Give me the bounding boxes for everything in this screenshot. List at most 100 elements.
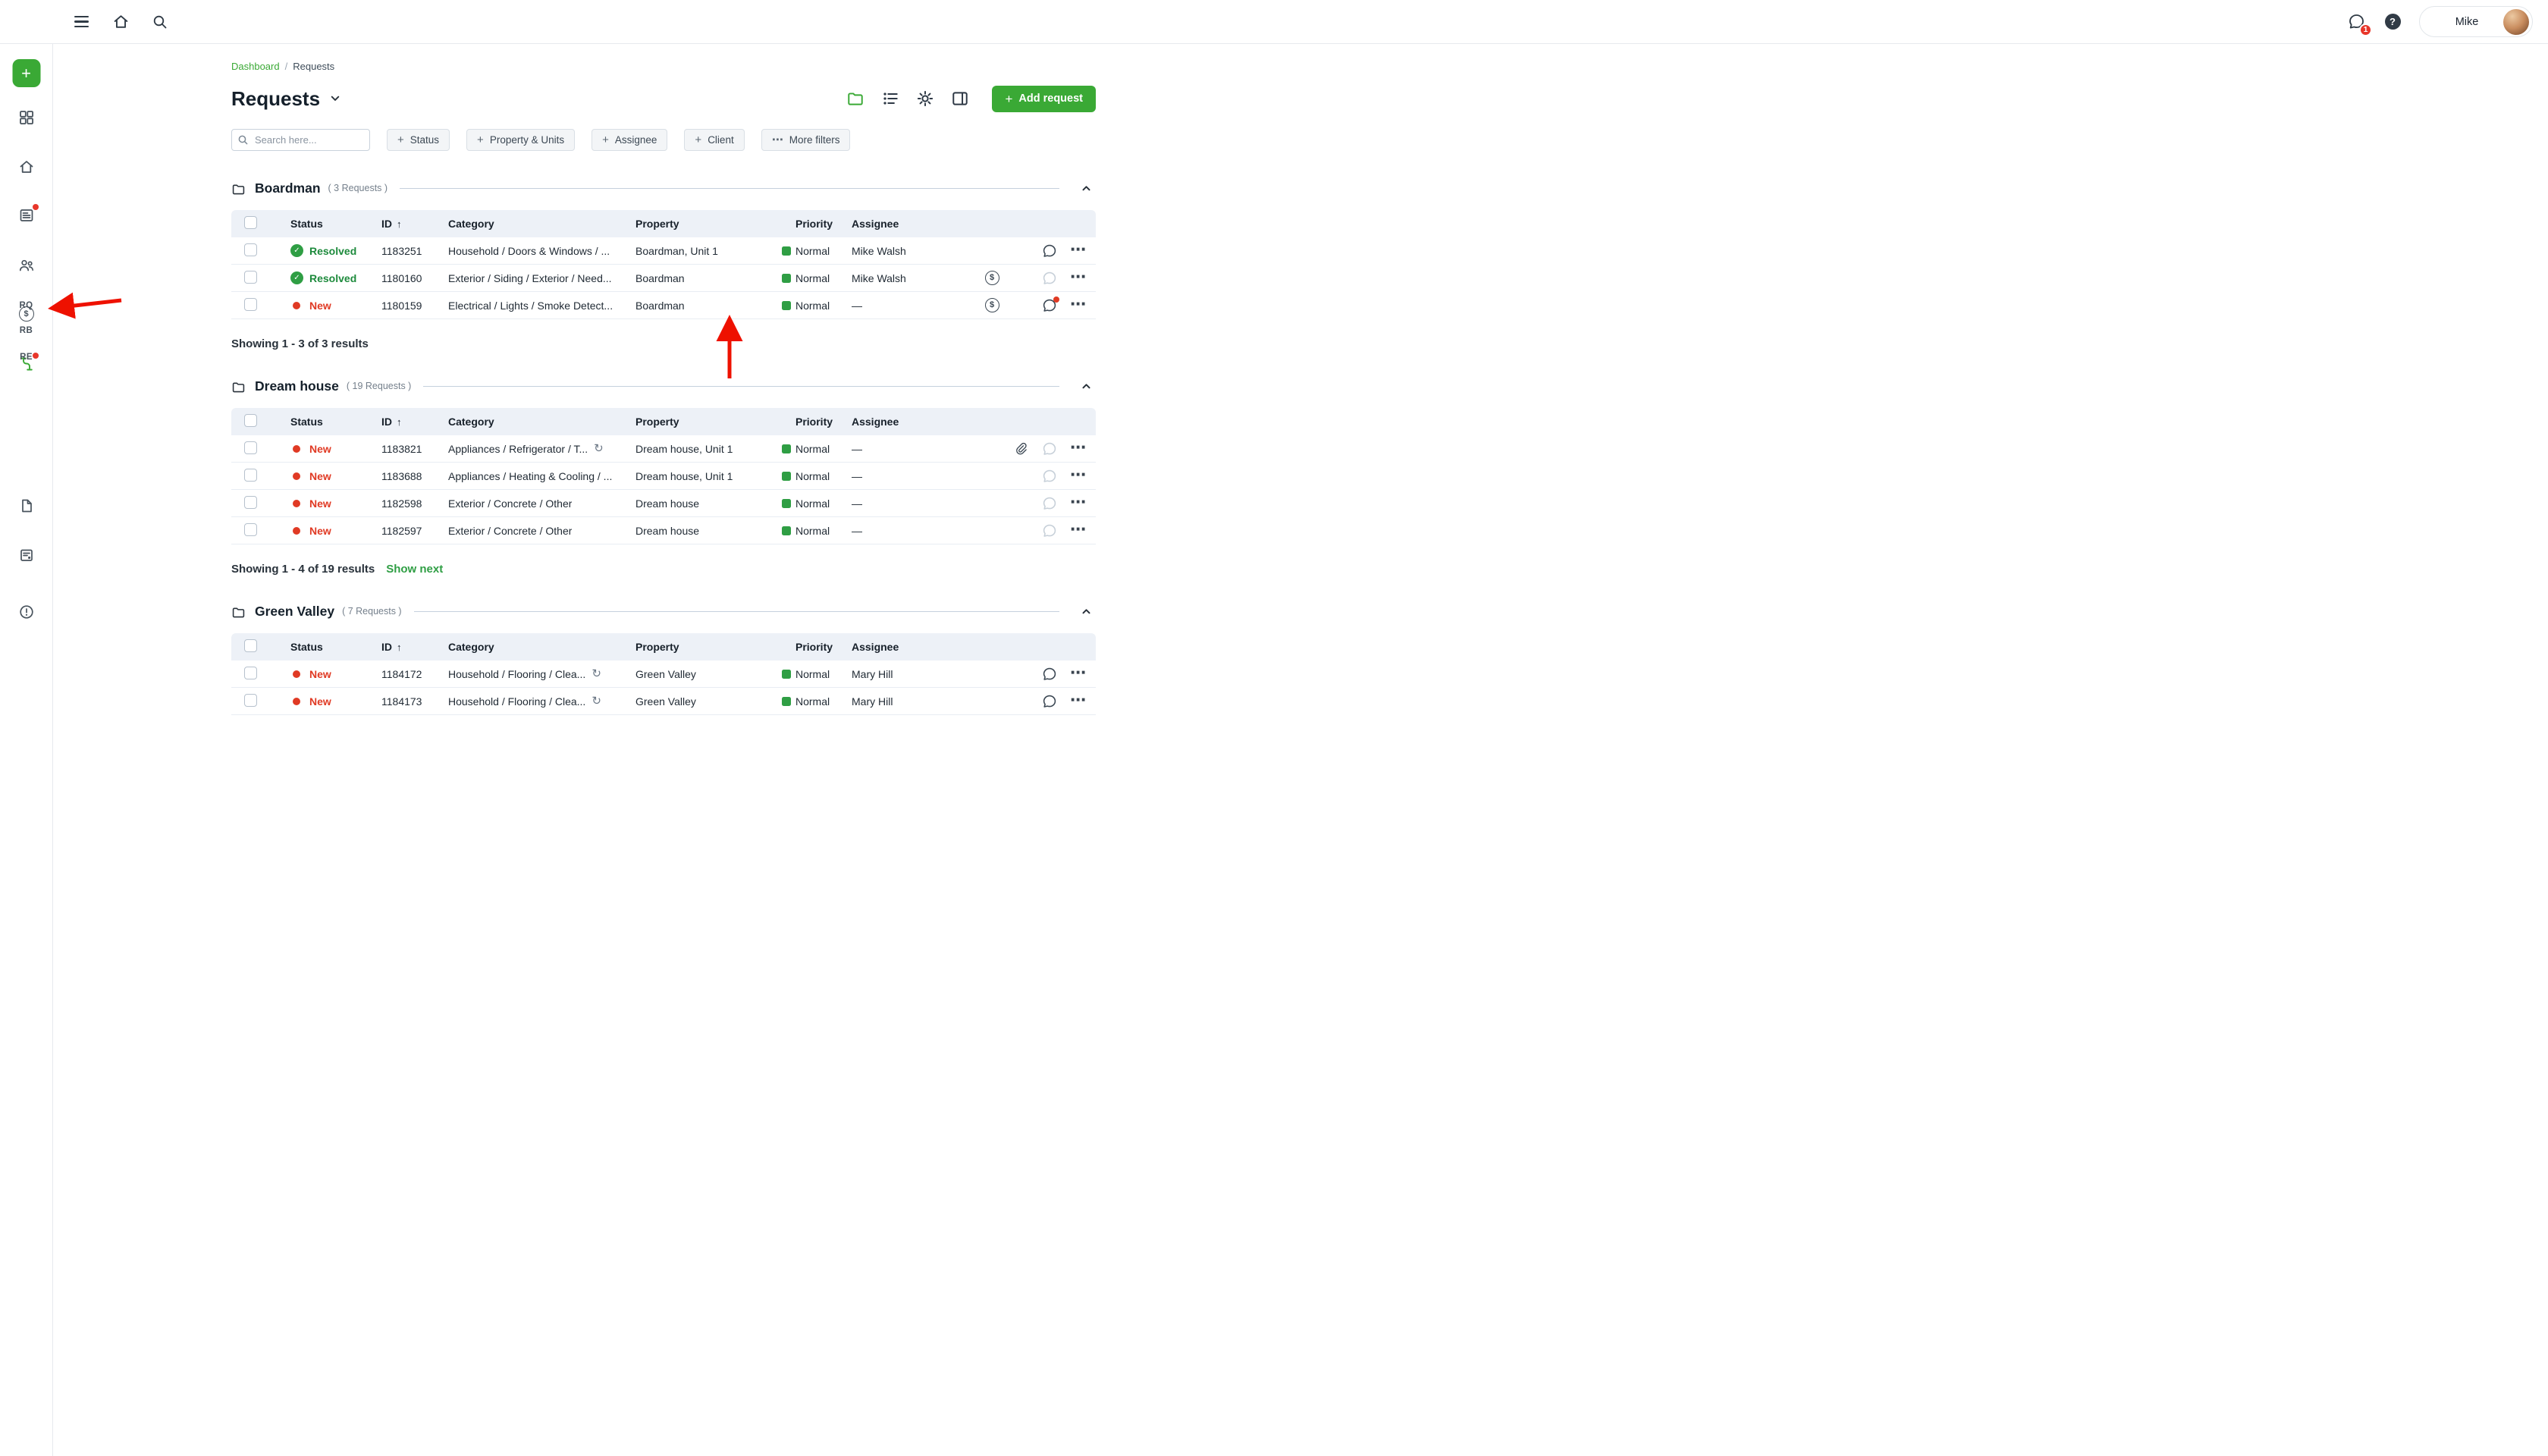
row-menu-button[interactable]: ⋯ — [1070, 696, 1087, 706]
status-label: Resolved — [309, 272, 356, 284]
settings-gear-icon[interactable] — [916, 89, 934, 108]
menu-icon[interactable] — [71, 12, 91, 32]
request-row[interactable]: New 1182598 Exterior / Concrete / Other … — [231, 490, 1096, 517]
filter-chip-status[interactable]: + Status — [387, 129, 450, 151]
request-row[interactable]: ✓ Resolved 1180160 Exterior / Siding / E… — [231, 265, 1096, 292]
status-label: New — [309, 525, 331, 537]
view-tools: + Add request — [846, 86, 1096, 112]
more-filters-chip[interactable]: ⋯ More filters — [761, 129, 851, 151]
add-request-button[interactable]: + Add request — [992, 86, 1096, 112]
collapse-group-button[interactable] — [1076, 376, 1096, 396]
select-all-checkbox[interactable] — [244, 414, 257, 427]
group-header: Green Valley ( 7 Requests ) — [231, 601, 1096, 621]
collapse-group-button[interactable] — [1076, 601, 1096, 621]
status-indicator — [293, 445, 300, 453]
request-row[interactable]: New 1183821 Appliances / Refrigerator / … — [231, 435, 1096, 463]
row-checkbox[interactable] — [244, 271, 257, 284]
column-header-category: Category — [448, 416, 635, 428]
filter-chip-client[interactable]: + Client — [684, 129, 744, 151]
sidebar-item-alerts[interactable] — [17, 603, 36, 621]
search-icon[interactable] — [150, 12, 170, 32]
request-property: Green Valley — [635, 695, 782, 708]
chat-icon[interactable] — [1042, 469, 1057, 484]
request-row[interactable]: New 1184172 Household / Flooring / Clea.… — [231, 661, 1096, 688]
row-menu-button[interactable]: ⋯ — [1070, 246, 1087, 256]
row-menu-button[interactable]: ⋯ — [1070, 526, 1087, 535]
sidebar-item-dashboard[interactable] — [17, 108, 36, 127]
request-assignee: — — [852, 443, 974, 455]
help-icon[interactable]: ? — [2383, 12, 2402, 32]
request-id: 1182597 — [381, 525, 448, 537]
filter-chip-assignee[interactable]: + Assignee — [592, 129, 667, 151]
column-header-id[interactable]: ID↑ — [381, 641, 448, 653]
show-next-link[interactable]: Show next — [386, 563, 443, 576]
request-row[interactable]: New 1184173 Household / Flooring / Clea.… — [231, 688, 1096, 715]
chat-icon[interactable] — [1042, 441, 1057, 457]
sidebar-item-people[interactable] — [17, 256, 36, 275]
chat-icon[interactable] — [1042, 496, 1057, 511]
sidebar-item-documents[interactable] — [17, 497, 36, 515]
plus-icon: + — [1005, 93, 1012, 105]
sidebar-item-news[interactable] — [17, 206, 36, 224]
columns-layout-icon[interactable] — [951, 89, 969, 108]
row-checkbox[interactable] — [244, 469, 257, 482]
select-all-checkbox[interactable] — [244, 639, 257, 652]
sidebar-item-reports[interactable] — [17, 546, 36, 564]
priority-label: Normal — [795, 525, 830, 537]
request-row[interactable]: ✓ Resolved 1183251 Household / Doors & W… — [231, 237, 1096, 265]
messages-icon[interactable]: 1 — [2346, 12, 2366, 32]
row-menu-button[interactable]: ⋯ — [1070, 300, 1087, 310]
table-header: Status ID↑ Category Property Priority As… — [231, 210, 1096, 237]
row-menu-icon: ⋯ — [1070, 669, 1087, 679]
row-checkbox[interactable] — [244, 243, 257, 256]
breadcrumb-dashboard[interactable]: Dashboard — [231, 61, 280, 72]
row-checkbox[interactable] — [244, 496, 257, 509]
chat-icon[interactable] — [1042, 243, 1057, 259]
list-view-icon[interactable] — [881, 89, 899, 108]
row-checkbox[interactable] — [244, 694, 257, 707]
row-checkbox[interactable] — [244, 523, 257, 536]
title-dropdown-button[interactable] — [328, 92, 342, 105]
chat-icon[interactable] — [1042, 523, 1057, 538]
sidebar-item-rq[interactable]: RQ — [19, 301, 33, 310]
sidebar-item-re[interactable]: RE — [20, 353, 33, 362]
search-input[interactable] — [231, 129, 370, 151]
group-header: Dream house ( 19 Requests ) — [231, 376, 1096, 396]
folder-icon — [231, 605, 246, 620]
request-group: Green Valley ( 7 Requests ) Status ID↑ C… — [231, 601, 1096, 715]
row-menu-button[interactable]: ⋯ — [1070, 471, 1087, 481]
select-all-checkbox[interactable] — [244, 216, 257, 229]
chat-icon[interactable] — [1042, 271, 1057, 286]
request-row[interactable]: New 1183688 Appliances / Heating & Cooli… — [231, 463, 1096, 490]
user-menu[interactable]: Mike — [2419, 6, 2533, 37]
add-new-button[interactable]: + — [12, 59, 40, 87]
chat-icon[interactable] — [1042, 298, 1057, 313]
filter-chip-property-units[interactable]: + Property & Units — [466, 129, 575, 151]
status-indicator: ✓ — [290, 271, 303, 284]
request-row[interactable]: New 1180159 Electrical / Lights / Smoke … — [231, 292, 1096, 319]
chat-icon[interactable] — [1042, 667, 1057, 682]
sidebar-item-properties[interactable] — [17, 158, 36, 176]
sidebar-item-rb[interactable]: RB — [20, 326, 33, 335]
status-indicator — [293, 472, 300, 480]
home-icon[interactable] — [111, 12, 130, 32]
table-header: Status ID↑ Category Property Priority As… — [231, 633, 1096, 661]
collapse-group-button[interactable] — [1076, 178, 1096, 198]
priority-indicator — [782, 472, 791, 481]
row-menu-button[interactable]: ⋯ — [1070, 444, 1087, 453]
request-category: Exterior / Concrete / Other — [448, 497, 572, 510]
priority-label: Normal — [795, 443, 830, 455]
row-menu-button[interactable]: ⋯ — [1070, 498, 1087, 508]
group-count: ( 7 Requests ) — [342, 606, 402, 617]
column-header-id[interactable]: ID↑ — [381, 416, 448, 428]
row-menu-button[interactable]: ⋯ — [1070, 273, 1087, 283]
row-menu-button[interactable]: ⋯ — [1070, 669, 1087, 679]
column-header-id[interactable]: ID↑ — [381, 218, 448, 230]
group-view-icon[interactable] — [846, 89, 864, 108]
chat-icon[interactable] — [1042, 694, 1057, 709]
row-checkbox[interactable] — [244, 298, 257, 311]
row-checkbox[interactable] — [244, 441, 257, 454]
row-checkbox[interactable] — [244, 667, 257, 679]
request-row[interactable]: New 1182597 Exterior / Concrete / Other … — [231, 517, 1096, 544]
request-groups: Boardman ( 3 Requests ) Status ID↑ Categ… — [231, 178, 1096, 715]
